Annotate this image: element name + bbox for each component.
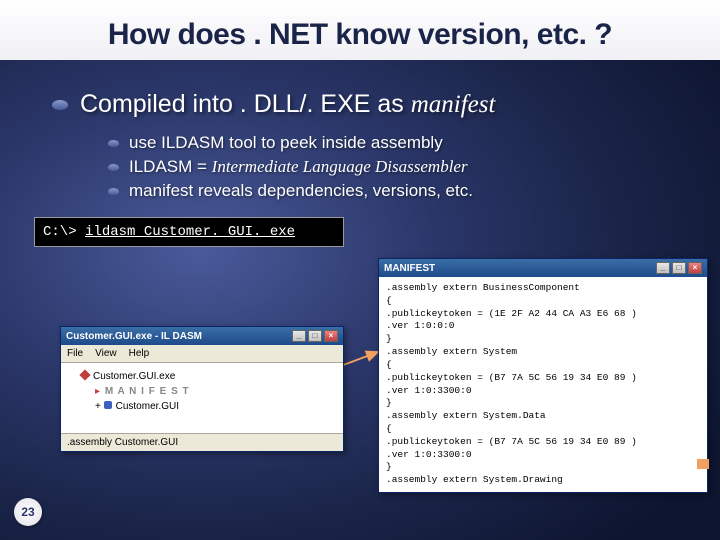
tree-label: M A N I F E S T bbox=[105, 386, 190, 397]
heading: Compiled into . DLL/. EXE as manifest bbox=[52, 90, 720, 119]
maximize-button[interactable]: □ bbox=[672, 262, 686, 274]
maximize-button[interactable]: □ bbox=[308, 330, 322, 342]
close-button[interactable]: × bbox=[688, 262, 702, 274]
code-line: .assembly extern System bbox=[386, 346, 700, 359]
tree-label: Customer.GUI.exe bbox=[93, 371, 175, 382]
code-line: { bbox=[386, 295, 700, 308]
sub-text: use ILDASM tool to peek inside assembly bbox=[129, 133, 443, 152]
code-line: { bbox=[386, 359, 700, 372]
sub-item: ILDASM = Intermediate Language Disassemb… bbox=[108, 157, 720, 177]
code-line: .assembly extern System.Drawing bbox=[386, 474, 700, 487]
bullet-icon bbox=[108, 140, 119, 147]
code-line: .ver 1:0:0:0 bbox=[386, 320, 700, 333]
bullet-icon bbox=[52, 100, 68, 110]
heading-text: Compiled into . DLL/. EXE as bbox=[80, 90, 411, 118]
manifest-body: .assembly extern BusinessComponent { .pu… bbox=[379, 277, 707, 492]
minimize-button[interactable]: _ bbox=[292, 330, 306, 342]
tree-item[interactable]: + Customer.GUI bbox=[67, 399, 337, 414]
code-line: } bbox=[386, 397, 700, 410]
sub-italic: Intermediate Language Disassembler bbox=[212, 157, 468, 176]
bullet-icon bbox=[108, 188, 119, 195]
code-line: .ver 1:0:3300:0 bbox=[386, 385, 700, 398]
code-line: .assembly extern BusinessComponent bbox=[386, 282, 700, 295]
code-line: .publickeytoken = (B7 7A 5C 56 19 34 E0 … bbox=[386, 436, 700, 449]
window-buttons: _ □ × bbox=[656, 262, 702, 274]
ildasm-window: Customer.GUI.exe - IL DASM _ □ × File Vi… bbox=[60, 326, 344, 452]
status-bar: .assembly Customer.GUI bbox=[61, 433, 343, 451]
cmd-prompt: C:\> bbox=[43, 224, 77, 240]
manifest-window: MANIFEST _ □ × .assembly extern Business… bbox=[378, 258, 708, 493]
sub-list: use ILDASM tool to peek inside assembly … bbox=[108, 133, 720, 201]
menu-bar: File View Help bbox=[61, 345, 343, 363]
command-box: C:\> ildasm Customer. GUI. exe bbox=[34, 217, 344, 247]
code-line: .publickeytoken = (B7 7A 5C 56 19 34 E0 … bbox=[386, 372, 700, 385]
code-line: } bbox=[386, 461, 700, 474]
minimize-button[interactable]: _ bbox=[656, 262, 670, 274]
menu-view[interactable]: View bbox=[95, 348, 117, 359]
page-number: 23 bbox=[14, 498, 42, 526]
menu-help[interactable]: Help bbox=[129, 348, 150, 359]
window-title: MANIFEST bbox=[384, 263, 435, 274]
cmd-arg: Customer. GUI. exe bbox=[135, 224, 295, 240]
heading-italic: manifest bbox=[411, 91, 496, 118]
slide-title: How does . NET know version, etc. ? bbox=[0, 0, 720, 60]
window-title: Customer.GUI.exe - IL DASM bbox=[66, 331, 202, 342]
overflow-marker bbox=[697, 459, 709, 469]
code-line: { bbox=[386, 423, 700, 436]
code-line: .assembly extern System.Data bbox=[386, 410, 700, 423]
assembly-icon bbox=[79, 369, 90, 380]
window-titlebar: Customer.GUI.exe - IL DASM _ □ × bbox=[61, 327, 343, 345]
window-buttons: _ □ × bbox=[292, 330, 338, 342]
namespace-icon bbox=[104, 401, 112, 409]
sub-item: use ILDASM tool to peek inside assembly bbox=[108, 133, 720, 153]
code-line: .ver 1:0:3300:0 bbox=[386, 449, 700, 462]
menu-file[interactable]: File bbox=[67, 348, 83, 359]
bullet-icon bbox=[108, 164, 119, 171]
sub-text: manifest reveals dependencies, versions,… bbox=[129, 181, 473, 200]
tree-label: Customer.GUI bbox=[116, 401, 179, 412]
sub-item: manifest reveals dependencies, versions,… bbox=[108, 181, 720, 201]
tree-item-manifest[interactable]: ▸ M A N I F E S T bbox=[67, 384, 337, 399]
code-line: .publickeytoken = (1E 2F A2 44 CA A3 E6 … bbox=[386, 308, 700, 321]
tree-item[interactable]: Customer.GUI.exe bbox=[67, 369, 337, 384]
window-titlebar: MANIFEST _ □ × bbox=[379, 259, 707, 277]
sub-text: ILDASM = bbox=[129, 157, 212, 176]
cmd-exe: ildasm bbox=[85, 224, 135, 240]
tree-view: Customer.GUI.exe ▸ M A N I F E S T + Cus… bbox=[61, 363, 343, 433]
close-button[interactable]: × bbox=[324, 330, 338, 342]
code-line: } bbox=[386, 333, 700, 346]
